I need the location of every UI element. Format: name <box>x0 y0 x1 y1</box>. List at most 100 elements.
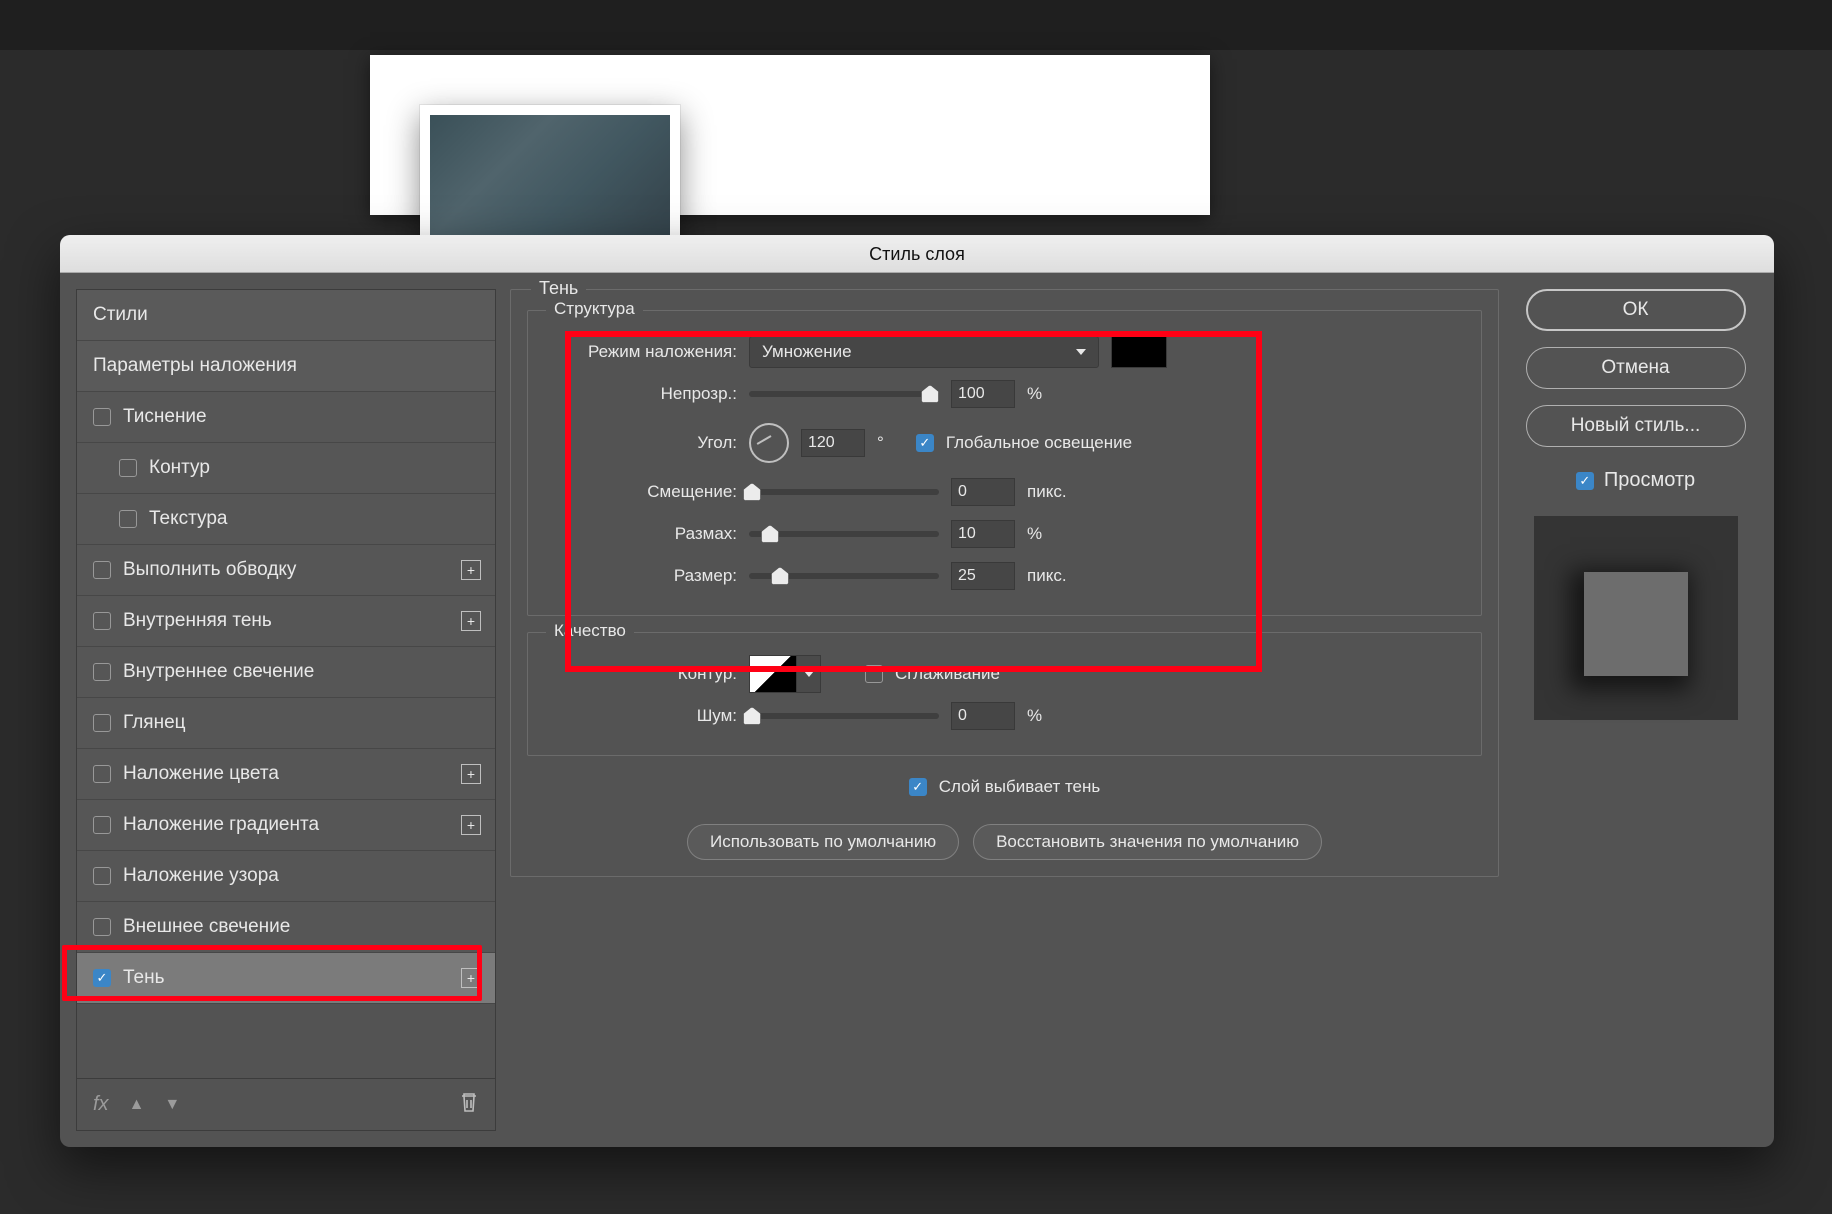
sidebar-item-stroke[interactable]: Выполнить обводку + <box>77 545 495 596</box>
antialias-label: Сглаживание <box>895 664 1000 684</box>
sidebar-item-satin[interactable]: Глянец <box>77 698 495 749</box>
spread-slider[interactable] <box>749 531 939 537</box>
distance-label: Смещение: <box>552 482 737 502</box>
noise-slider[interactable] <box>749 713 939 719</box>
distance-unit: пикс. <box>1027 482 1067 502</box>
quality-group: Качество Контур: Сглаживание Шум: <box>527 632 1482 756</box>
checkbox-gradient-overlay[interactable] <box>93 816 111 834</box>
sidebar-item-drop-shadow[interactable]: ✓ Тень + <box>77 953 495 1004</box>
ok-button[interactable]: ОК <box>1526 289 1746 331</box>
sidebar-item-gradient-overlay[interactable]: Наложение градиента + <box>77 800 495 851</box>
reset-default-button[interactable]: Восстановить значения по умолчанию <box>973 824 1322 860</box>
opacity-label: Непрозр.: <box>552 384 737 404</box>
sidebar-item-label: Текстура <box>149 508 227 530</box>
checkbox-outer-glow[interactable] <box>93 918 111 936</box>
add-icon[interactable]: + <box>461 815 481 835</box>
sidebar-styles[interactable]: Стили <box>77 290 495 341</box>
shadow-color-swatch[interactable] <box>1111 336 1167 368</box>
sidebar-blending-options[interactable]: Параметры наложения <box>77 341 495 392</box>
slider-thumb[interactable] <box>761 525 779 543</box>
checkbox-stroke[interactable] <box>93 561 111 579</box>
sidebar-item-label: Тень <box>123 967 165 989</box>
angle-dial[interactable] <box>749 423 789 463</box>
size-input[interactable] <box>951 562 1015 590</box>
sidebar-item-outer-glow[interactable]: Внешнее свечение <box>77 902 495 953</box>
sidebar-item-color-overlay[interactable]: Наложение цвета + <box>77 749 495 800</box>
move-down-icon[interactable]: ▼ <box>164 1096 180 1114</box>
global-light-checkbox[interactable]: ✓ <box>916 434 934 452</box>
sidebar-item-label: Тиснение <box>123 406 207 428</box>
sidebar-item-contour[interactable]: Контур <box>77 443 495 494</box>
contour-dropdown[interactable] <box>797 655 821 693</box>
add-icon[interactable]: + <box>461 968 481 988</box>
dialog-title: Стиль слоя <box>60 235 1774 273</box>
checkbox-inner-glow[interactable] <box>93 663 111 681</box>
distance-slider[interactable] <box>749 489 939 495</box>
blend-mode-select[interactable]: Умножение <box>749 336 1099 368</box>
contour-label: Контур: <box>552 664 737 684</box>
knockout-label: Слой выбивает тень <box>939 777 1101 797</box>
contour-picker[interactable] <box>749 655 797 693</box>
slider-thumb[interactable] <box>743 483 761 501</box>
fx-menu-icon[interactable]: fx <box>93 1093 109 1116</box>
opacity-input[interactable] <box>951 380 1015 408</box>
sidebar-item-pattern-overlay[interactable]: Наложение узора <box>77 851 495 902</box>
size-unit: пикс. <box>1027 566 1067 586</box>
spread-input[interactable] <box>951 520 1015 548</box>
structure-group: Структура Режим наложения: Умножение Неп… <box>527 310 1482 616</box>
opacity-unit: % <box>1027 384 1042 404</box>
sidebar-item-inner-shadow[interactable]: Внутренняя тень + <box>77 596 495 647</box>
size-label: Размер: <box>552 566 737 586</box>
spread-unit: % <box>1027 524 1042 544</box>
sidebar-styles-label: Стили <box>93 304 148 326</box>
new-style-button[interactable]: Новый стиль... <box>1526 405 1746 447</box>
noise-input[interactable] <box>951 702 1015 730</box>
drop-shadow-group: Тень Структура Режим наложения: Умножени… <box>510 289 1499 877</box>
sidebar-item-label: Глянец <box>123 712 186 734</box>
move-up-icon[interactable]: ▲ <box>129 1096 145 1114</box>
sidebar-item-label: Наложение градиента <box>123 814 319 836</box>
sidebar-item-inner-glow[interactable]: Внутреннее свечение <box>77 647 495 698</box>
checkbox-pattern-overlay[interactable] <box>93 867 111 885</box>
layer-style-dialog: Стиль слоя Стили Параметры наложения Тис… <box>60 235 1774 1147</box>
slider-thumb[interactable] <box>743 707 761 725</box>
sidebar-item-label: Наложение цвета <box>123 763 279 785</box>
sidebar-item-texture[interactable]: Текстура <box>77 494 495 545</box>
add-icon[interactable]: + <box>461 560 481 580</box>
preview-label: Просмотр <box>1604 469 1695 492</box>
preview-inner <box>1584 572 1688 676</box>
antialias-checkbox[interactable] <box>865 665 883 683</box>
knockout-checkbox[interactable]: ✓ <box>909 778 927 796</box>
effects-sidebar: Стили Параметры наложения Тиснение Конту… <box>76 289 496 1131</box>
opacity-slider[interactable] <box>749 391 939 397</box>
preview-swatch <box>1534 516 1738 720</box>
checkbox-color-overlay[interactable] <box>93 765 111 783</box>
chevron-down-icon <box>804 671 814 677</box>
make-default-button[interactable]: Использовать по умолчанию <box>687 824 959 860</box>
checkbox-contour[interactable] <box>119 459 137 477</box>
slider-thumb[interactable] <box>921 385 939 403</box>
noise-unit: % <box>1027 706 1042 726</box>
add-icon[interactable]: + <box>461 764 481 784</box>
global-light-label: Глобальное освещение <box>946 433 1132 453</box>
add-icon[interactable]: + <box>461 611 481 631</box>
checkbox-bevel[interactable] <box>93 408 111 426</box>
quality-title: Качество <box>546 621 634 641</box>
checkbox-drop-shadow[interactable]: ✓ <box>93 969 111 987</box>
preview-checkbox[interactable]: ✓ <box>1576 472 1594 490</box>
slider-thumb[interactable] <box>771 567 789 585</box>
checkbox-texture[interactable] <box>119 510 137 528</box>
checkbox-satin[interactable] <box>93 714 111 732</box>
angle-input[interactable] <box>801 429 865 457</box>
spread-label: Размах: <box>552 524 737 544</box>
trash-icon[interactable] <box>459 1091 479 1118</box>
sidebar-item-bevel[interactable]: Тиснение <box>77 392 495 443</box>
cancel-button[interactable]: Отмена <box>1526 347 1746 389</box>
noise-label: Шум: <box>552 706 737 726</box>
checkbox-inner-shadow[interactable] <box>93 612 111 630</box>
effect-settings: Тень Структура Режим наложения: Умножени… <box>510 289 1499 1131</box>
sidebar-item-label: Контур <box>149 457 210 479</box>
group-title: Тень <box>531 278 586 299</box>
distance-input[interactable] <box>951 478 1015 506</box>
size-slider[interactable] <box>749 573 939 579</box>
